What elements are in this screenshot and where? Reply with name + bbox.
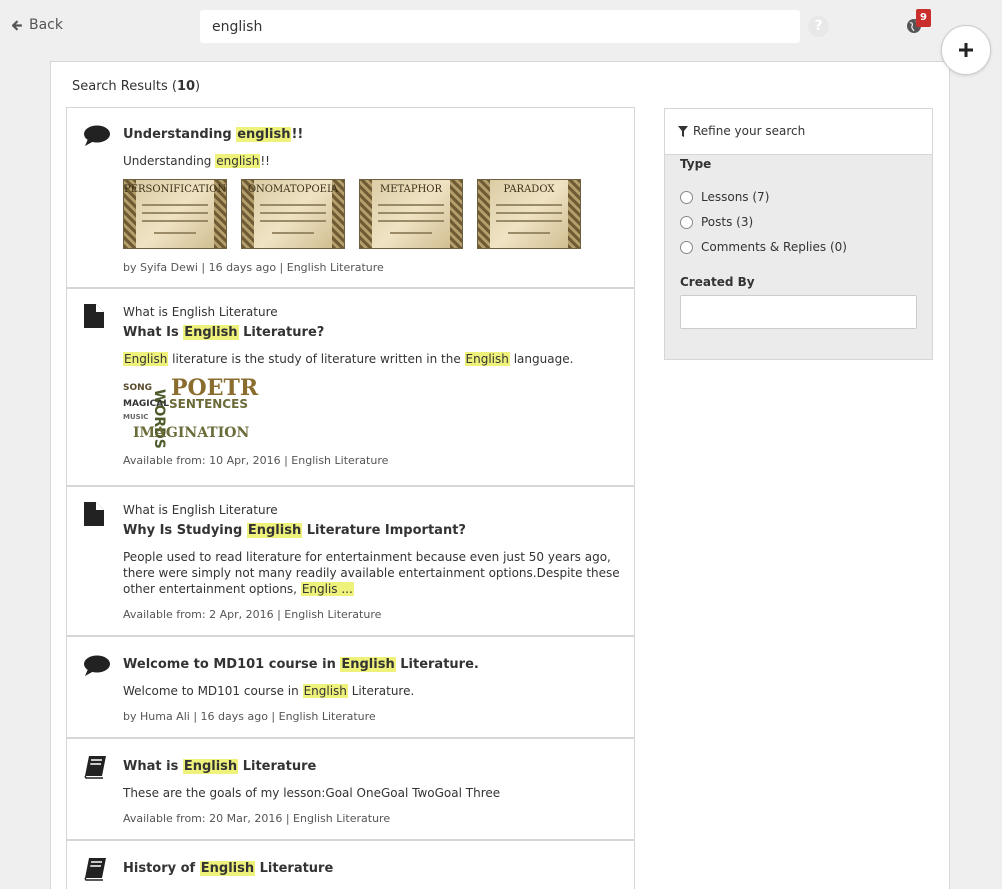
radio-button[interactable] — [680, 215, 693, 229]
comment-icon — [84, 125, 110, 146]
top-bar: Back ? 9 — [0, 0, 1002, 52]
result-item[interactable]: What is English Literature What Is Engli… — [66, 288, 635, 487]
book-icon — [84, 756, 106, 779]
onomatopoeia-image[interactable]: ONOMATOPOEIA — [241, 179, 345, 249]
arrow-left-icon — [12, 19, 22, 31]
filter-icon — [678, 126, 688, 137]
result-title[interactable]: Why Is Studying English Literature Impor… — [123, 523, 624, 538]
filter-posts-radio[interactable]: Posts (3) — [680, 215, 753, 229]
result-title[interactable]: History of English Literature — [123, 861, 624, 876]
result-description: Understanding english!! — [123, 154, 270, 168]
result-meta: Available from: 20 Mar, 2016 | English L… — [123, 812, 391, 825]
book-icon — [84, 858, 106, 881]
results-heading: Search Results (10) — [72, 79, 201, 94]
filter-lessons-radio[interactable]: Lessons (7) — [680, 190, 769, 204]
document-icon — [84, 304, 104, 328]
back-button[interactable]: Back — [12, 17, 63, 33]
result-title[interactable]: What is English Literature — [123, 759, 624, 774]
result-breadcrumb[interactable]: What is English Literature — [123, 305, 624, 319]
result-breadcrumb[interactable]: What is English Literature — [123, 503, 624, 517]
result-description: These are the goals of my lesson:Goal On… — [123, 786, 501, 800]
search-input[interactable] — [200, 10, 800, 43]
comment-icon — [84, 655, 110, 676]
result-title[interactable]: Welcome to MD101 course in English Liter… — [123, 657, 624, 672]
result-images: PERSONIFICATION ONOMATOPOEIA METAPHOR PA… — [123, 179, 624, 249]
search-results-panel: Search Results (10) Understanding englis… — [50, 61, 950, 889]
radio-button[interactable] — [680, 240, 693, 254]
refine-search-label: Refine your search — [693, 124, 806, 138]
word-cloud-image[interactable]: POETR SENTENCES WORDS MAGICAL SONG MUSIC… — [123, 375, 258, 449]
result-item[interactable]: What is English Literature These are the… — [66, 738, 635, 841]
result-meta: by Syifa Dewi | 16 days ago | English Li… — [123, 261, 384, 274]
document-icon — [84, 502, 104, 526]
result-title[interactable]: Understanding english!! — [123, 127, 624, 142]
result-meta: Available from: 2 Apr, 2016 | English Li… — [123, 608, 382, 621]
created-by-input[interactable] — [680, 295, 917, 329]
created-by-label: Created By — [680, 275, 755, 289]
personification-image[interactable]: PERSONIFICATION — [123, 179, 227, 249]
notification-badge[interactable]: 9 — [916, 9, 931, 27]
result-item[interactable]: History of English Literature — [66, 840, 635, 889]
result-title[interactable]: What Is English Literature? — [123, 325, 624, 340]
plus-icon — [959, 43, 973, 57]
metaphor-image[interactable]: METAPHOR — [359, 179, 463, 249]
back-label: Back — [29, 17, 63, 33]
result-item[interactable]: What is English Literature Why Is Studyi… — [66, 486, 635, 637]
result-item[interactable]: Welcome to MD101 course in English Liter… — [66, 636, 635, 739]
filter-comments-radio[interactable]: Comments & Replies (0) — [680, 240, 847, 254]
refine-search-header: Refine your search — [665, 109, 932, 155]
results-count: 10 — [176, 79, 196, 94]
result-description: People used to read literature for enter… — [123, 550, 620, 596]
results-list: Understanding english!! Understanding en… — [66, 107, 635, 889]
result-description: Welcome to MD101 course in English Liter… — [123, 684, 415, 698]
refine-search-panel: Refine your search Type Lessons (7) Post… — [664, 108, 933, 360]
result-description: English literature is the study of liter… — [123, 352, 574, 366]
result-item[interactable]: Understanding english!! Understanding en… — [66, 107, 635, 289]
result-meta: Available from: 10 Apr, 2016 | English L… — [123, 454, 389, 467]
paradox-image[interactable]: PARADOX — [477, 179, 581, 249]
add-button[interactable] — [941, 25, 991, 75]
result-meta: by Huma Ali | 16 days ago | English Lite… — [123, 710, 376, 723]
type-label: Type — [680, 157, 712, 171]
help-icon[interactable]: ? — [808, 16, 829, 37]
radio-button[interactable] — [680, 190, 693, 204]
